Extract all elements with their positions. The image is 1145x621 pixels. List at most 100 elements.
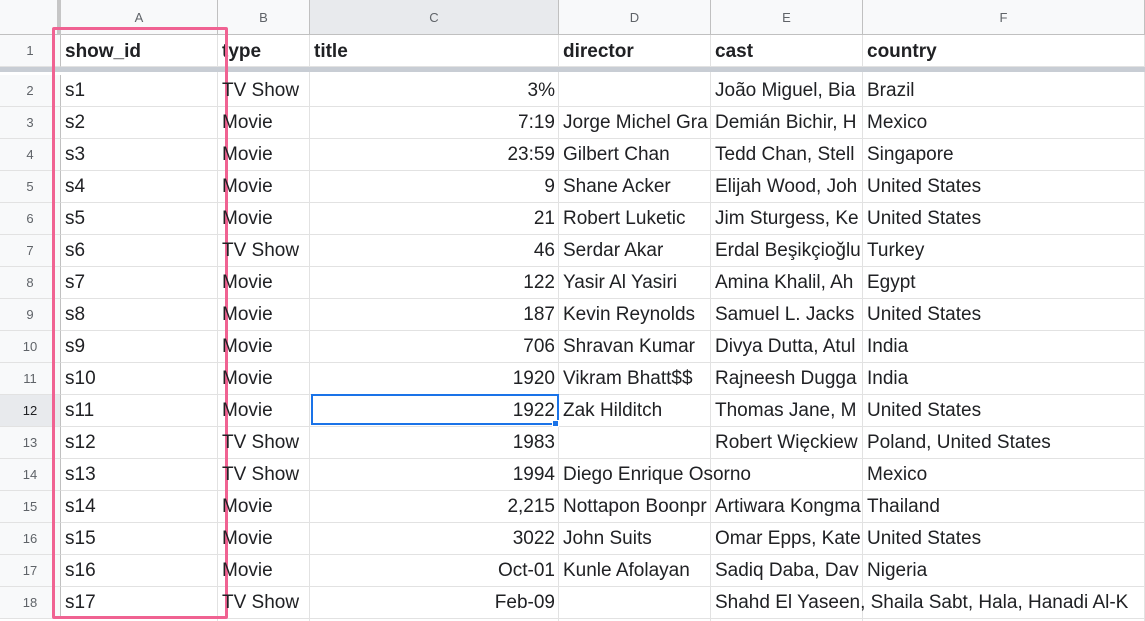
row-header-6[interactable]: 6 xyxy=(0,203,61,235)
data-cell[interactable] xyxy=(559,427,711,459)
data-cell[interactable]: Movie xyxy=(218,363,310,395)
data-cell[interactable] xyxy=(559,75,711,107)
frozen-row-divider[interactable] xyxy=(0,67,1145,72)
data-cell[interactable]: Movie xyxy=(218,491,310,523)
data-cell[interactable]: s1 xyxy=(61,75,218,107)
data-cell[interactable]: United States xyxy=(863,171,1145,203)
spreadsheet-grid[interactable]: A B C D E F 1 2 3 4 5 6 7 8 9 10 11 12 13 14 15 16 17 18 show_id… xyxy=(0,0,1145,621)
data-cell[interactable]: Vikram Bhatt$$ xyxy=(559,363,711,395)
data-cell[interactable]: Nigeria xyxy=(863,555,1145,587)
data-cell[interactable]: 2,215 xyxy=(310,491,559,523)
header-cell-cast[interactable]: cast xyxy=(711,36,863,67)
data-cell[interactable]: Brazil xyxy=(863,75,1145,107)
row-header-14[interactable]: 14 xyxy=(0,459,61,491)
data-cell[interactable]: 23:59 xyxy=(310,139,559,171)
data-cell[interactable]: Robert Więckiew xyxy=(711,427,863,459)
data-cell[interactable]: Shane Acker xyxy=(559,171,711,203)
data-cell[interactable]: Thailand xyxy=(863,491,1145,523)
data-cell[interactable]: s16 xyxy=(61,555,218,587)
data-cell[interactable]: Jorge Michel Gra xyxy=(559,107,711,139)
data-cell[interactable]: Kunle Afolayan xyxy=(559,555,711,587)
data-cell[interactable]: Mexico xyxy=(863,459,1145,491)
data-cell[interactable]: 46 xyxy=(310,235,559,267)
column-header-f[interactable]: F xyxy=(863,0,1145,35)
data-cell[interactable]: Elijah Wood, Joh xyxy=(711,171,863,203)
data-cell[interactable]: Thomas Jane, M xyxy=(711,395,863,427)
data-cell[interactable]: Yasir Al Yasiri xyxy=(559,267,711,299)
data-cell[interactable]: s4 xyxy=(61,171,218,203)
header-cell-show-id[interactable]: show_id xyxy=(61,36,218,67)
row-header-9[interactable]: 9 xyxy=(0,299,61,331)
data-cell[interactable]: Mexico xyxy=(863,107,1145,139)
data-cell[interactable]: Omar Epps, Kate xyxy=(711,523,863,555)
row-header-5[interactable]: 5 xyxy=(0,171,61,203)
data-cell[interactable]: Turkey xyxy=(863,235,1145,267)
data-cell[interactable]: 21 xyxy=(310,203,559,235)
data-cell[interactable]: s15 xyxy=(61,523,218,555)
select-all-corner[interactable] xyxy=(0,0,61,35)
data-cell[interactable]: Diego Enrique Osorno xyxy=(559,459,863,491)
data-cell[interactable]: Poland, United States xyxy=(863,427,1145,459)
data-cell[interactable]: Movie xyxy=(218,203,310,235)
data-cell[interactable]: Sadiq Daba, Dav xyxy=(711,555,863,587)
data-cell[interactable]: 187 xyxy=(310,299,559,331)
data-cell[interactable]: Movie xyxy=(218,107,310,139)
header-cell-country[interactable]: country xyxy=(863,36,1145,67)
row-header-16[interactable]: 16 xyxy=(0,523,61,555)
data-cell[interactable]: Movie xyxy=(218,299,310,331)
data-cell[interactable]: s5 xyxy=(61,203,218,235)
data-cell[interactable]: Movie xyxy=(218,395,310,427)
data-cell[interactable]: Movie xyxy=(218,267,310,299)
row-header-12[interactable]: 12 xyxy=(0,395,61,427)
header-cell-type[interactable]: type xyxy=(218,36,310,67)
data-cell[interactable]: TV Show xyxy=(218,235,310,267)
data-cell[interactable]: Movie xyxy=(218,331,310,363)
data-cell[interactable]: United States xyxy=(863,299,1145,331)
data-cell[interactable]: 1920 xyxy=(310,363,559,395)
row-header-3[interactable]: 3 xyxy=(0,107,61,139)
data-cell[interactable]: s10 xyxy=(61,363,218,395)
data-cell[interactable]: John Suits xyxy=(559,523,711,555)
data-cell[interactable]: Movie xyxy=(218,523,310,555)
data-cell[interactable]: s2 xyxy=(61,107,218,139)
data-cell[interactable]: s13 xyxy=(61,459,218,491)
row-header-18[interactable]: 18 xyxy=(0,587,61,619)
data-cell[interactable]: 9 xyxy=(310,171,559,203)
column-header-d[interactable]: D xyxy=(559,0,711,35)
data-cell[interactable]: s11 xyxy=(61,395,218,427)
data-cell[interactable]: Movie xyxy=(218,555,310,587)
data-cell[interactable]: Divya Dutta, Atul xyxy=(711,331,863,363)
column-header-c[interactable]: C xyxy=(310,0,559,35)
data-cell[interactable]: Oct-01 xyxy=(310,555,559,587)
data-cell[interactable]: Kevin Reynolds xyxy=(559,299,711,331)
data-cell[interactable]: João Miguel, Bia xyxy=(711,75,863,107)
data-cell[interactable]: s7 xyxy=(61,267,218,299)
data-cell[interactable]: s9 xyxy=(61,331,218,363)
column-header-e[interactable]: E xyxy=(711,0,863,35)
data-cell[interactable]: s12 xyxy=(61,427,218,459)
data-cell[interactable]: Samuel L. Jacks xyxy=(711,299,863,331)
data-cell[interactable]: United States xyxy=(863,395,1145,427)
data-cell[interactable]: India xyxy=(863,331,1145,363)
data-cell[interactable]: 1994 xyxy=(310,459,559,491)
row-header-8[interactable]: 8 xyxy=(0,267,61,299)
data-cell[interactable]: Tedd Chan, Stell xyxy=(711,139,863,171)
data-cell[interactable]: United States xyxy=(863,523,1145,555)
data-cell[interactable]: TV Show xyxy=(218,587,310,619)
data-cell[interactable]: TV Show xyxy=(218,459,310,491)
data-cell[interactable]: Demián Bichir, H xyxy=(711,107,863,139)
data-cell[interactable]: s14 xyxy=(61,491,218,523)
column-header-b[interactable]: B xyxy=(218,0,310,35)
data-cell[interactable]: Feb-09 xyxy=(310,587,559,619)
data-cell[interactable]: 122 xyxy=(310,267,559,299)
data-cell[interactable]: 3022 xyxy=(310,523,559,555)
column-header-a[interactable]: A xyxy=(61,0,218,35)
data-cell[interactable]: Shahd El Yaseen, Shaila Sabt, Hala, Hana… xyxy=(711,587,1145,619)
data-cell[interactable]: Singapore xyxy=(863,139,1145,171)
row-header-10[interactable]: 10 xyxy=(0,331,61,363)
data-cell[interactable]: Movie xyxy=(218,171,310,203)
row-header-13[interactable]: 13 xyxy=(0,427,61,459)
data-cell[interactable]: United States xyxy=(863,203,1145,235)
data-cell[interactable]: Jim Sturgess, Ke xyxy=(711,203,863,235)
data-cell[interactable]: India xyxy=(863,363,1145,395)
